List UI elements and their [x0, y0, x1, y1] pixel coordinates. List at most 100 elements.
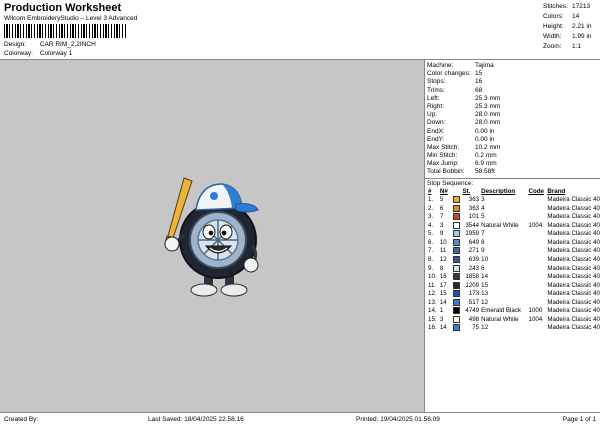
row-number: 13.: [428, 298, 437, 306]
colorway-label: Colorway:: [4, 50, 33, 57]
row-number: 6.: [428, 238, 434, 246]
thread-color-swatch: [453, 238, 461, 246]
needle-number: 6: [439, 204, 444, 212]
needle-number: 14: [439, 324, 447, 332]
needle-number: 7: [439, 213, 444, 221]
page-number: Page 1 of 1: [562, 416, 596, 423]
thread-description: 14: [481, 273, 489, 281]
color-swatch: [452, 238, 461, 248]
thread-code: [528, 324, 547, 333]
thread-color-swatch: [453, 281, 461, 289]
row-number: 5.: [428, 230, 434, 238]
colorway-field: Colorway: Colorway 1: [4, 50, 72, 57]
thread-brand: Madeira Classic 40: [547, 324, 600, 332]
thread-description: 7: [481, 230, 485, 238]
color-swatch: [452, 281, 461, 291]
thread-description: 9: [481, 247, 485, 255]
row-number: 11.: [428, 281, 437, 289]
thread-brand: Madeira Classic 40: [547, 247, 600, 255]
color-swatch: [452, 196, 461, 205]
col-description: Description: [481, 188, 516, 196]
color-swatch: [452, 273, 461, 282]
color-swatch: [452, 324, 461, 333]
thread-color-swatch: [453, 221, 461, 229]
design-value: CAR RIM_2,2INCH: [39, 41, 96, 48]
needle-number: 1: [439, 307, 444, 315]
needle-number: 3: [439, 315, 444, 323]
summary-panel: Stitches: 17213 Colors: 14 Height: 2.21 in …: [543, 2, 592, 52]
table-row: 4. 3 3544 Natural White 1004 Madeira Classic …: [427, 221, 600, 231]
thread-description: 5: [481, 213, 485, 221]
stop-sequence-title: Stop Sequence:: [425, 177, 600, 188]
row-number: 14.: [428, 307, 437, 315]
thread-color-swatch: [453, 247, 461, 255]
stop-sequence-rows: 1. 5 363 3 Madeira Classic 40 2. 6 363 4 Madeira …: [427, 196, 600, 333]
stitch-count: 498: [468, 315, 480, 323]
table-row: 1. 5 363 3 Madeira Classic 40: [427, 196, 600, 205]
thread-color-swatch: [453, 204, 461, 212]
col-stitches: St.: [462, 188, 471, 196]
left-shoe: [190, 283, 218, 297]
stitch-count: 1858: [465, 273, 480, 281]
thread-color-swatch: [453, 298, 461, 306]
total-bobbin-row: Total Bobbin: 58.58ft: [427, 168, 495, 176]
row-number: 16.: [428, 324, 437, 332]
row-number: 2.: [428, 204, 434, 212]
thread-brand: Madeira Classic 40: [547, 230, 600, 238]
thread-description: 15: [481, 281, 489, 289]
thread-code: [528, 273, 547, 282]
thread-code: [528, 265, 547, 274]
summary-stitches: Stitches: 17213: [543, 3, 591, 10]
table-row: 16. 14 75 12 Madeira Classic 40: [427, 324, 600, 333]
table-row: 3. 7 101 5 Madeira Classic 40: [427, 213, 600, 222]
color-swatch: [452, 298, 461, 308]
stitch-count: 3544: [465, 221, 480, 229]
info-panel: Machine: Tajima Color changes: 15 Stops: 16…: [424, 60, 600, 412]
thread-brand: Madeira Classic 40: [547, 298, 600, 306]
stitch-count: 4749: [465, 307, 480, 315]
needle-number: 5: [439, 196, 444, 204]
left-row: Left: 25.3 mm: [427, 94, 501, 102]
design-field: Design: CAR RIM_2,2INCH: [4, 41, 96, 48]
stitch-count: 243: [468, 264, 480, 272]
col-needle: N#: [439, 188, 448, 196]
table-row: 9. 8 243 6 Madeira Classic 40: [427, 264, 600, 274]
needle-number: 3: [439, 221, 444, 229]
needle-number: 10: [439, 238, 447, 246]
summary-zoom: Zoom: 1:1: [543, 43, 582, 50]
thread-code: [528, 290, 547, 299]
thread-color-swatch: [453, 307, 461, 315]
needle-number: 11: [439, 247, 447, 255]
thread-brand: Madeira Classic 40: [547, 221, 600, 229]
table-row: 12. 15 173 13 Madeira Classic 40: [427, 290, 600, 299]
thread-code: 1004: [528, 315, 543, 323]
thread-color-swatch: [453, 273, 461, 281]
thread-brand: Madeira Classic 40: [547, 307, 600, 315]
thread-code: [528, 196, 547, 205]
stitch-count: 271: [468, 247, 480, 255]
trims-row: Trims: 68: [427, 86, 483, 94]
thread-brand: Madeira Classic 40: [547, 196, 600, 204]
thread-brand: Madeira Classic 40: [547, 290, 600, 298]
thread-description: 8: [481, 238, 485, 246]
thread-description: Emerald Black: [481, 307, 522, 315]
stitch-count: 1209: [465, 281, 480, 289]
thread-code: 1000: [528, 307, 543, 315]
stitch-count: 639: [468, 256, 480, 264]
color-swatch: [452, 247, 461, 256]
color-swatch: [452, 204, 461, 214]
max-stitch-row: Max Stitch: 10.2 mm: [427, 143, 501, 151]
thread-color-swatch: [453, 213, 461, 221]
stitch-count: 173: [468, 290, 480, 298]
min-stitch-row: Min Stitch: 0.2 mm: [427, 152, 497, 160]
summary-colors: Colors: 14: [543, 13, 580, 20]
row-number: 1.: [428, 196, 434, 204]
thread-description: 12: [481, 298, 489, 306]
stitch-count: 363: [468, 196, 480, 204]
table-row: 11. 17 1209 15 Madeira Classic 40: [427, 281, 600, 291]
thread-brand: Madeira Classic 40: [547, 273, 600, 281]
thread-description: 13: [481, 290, 489, 298]
table-row: 10. 16 1858 14 Madeira Classic 40: [427, 273, 600, 282]
color-swatch: [452, 264, 461, 274]
thread-code: [528, 256, 547, 265]
